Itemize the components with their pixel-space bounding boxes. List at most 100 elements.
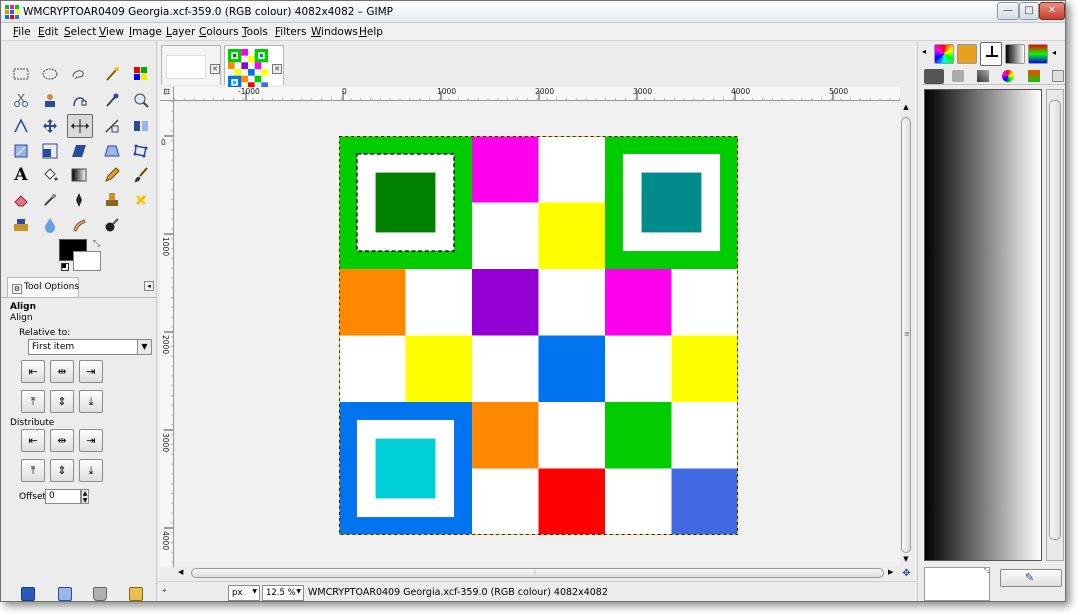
image-canvas[interactable]	[339, 136, 738, 535]
vertical-scrollbar[interactable]: ▲ ≡ ▼	[900, 101, 913, 567]
sample-points-icon[interactable]	[1052, 70, 1064, 82]
fonts-icon[interactable]	[952, 70, 964, 82]
palettes-tab-icon[interactable]	[1028, 44, 1048, 64]
gradient-editor-preview[interactable]	[924, 567, 990, 601]
offset-input[interactable]: 0	[45, 489, 81, 504]
panel-menu-icon[interactable]: ◂	[144, 281, 154, 291]
ruler-corner-icon[interactable]: ⊡	[160, 87, 174, 101]
align-right-button[interactable]: ⇥	[79, 360, 103, 383]
ellipse-select-tool-icon[interactable]	[39, 63, 61, 85]
zoom-select[interactable]: 12.5 % ▼	[262, 585, 304, 601]
paintbrush-tool-icon[interactable]	[130, 164, 152, 186]
smudge-tool-icon[interactable]	[68, 214, 90, 236]
dodge-burn-tool-icon[interactable]	[101, 214, 123, 236]
patterns-tab-icon[interactable]	[934, 44, 954, 64]
tool-options-tab[interactable]: ⚙ Tool Options	[7, 277, 79, 297]
clone-tool-icon[interactable]	[101, 189, 123, 211]
scroll-down-icon[interactable]: ▼	[901, 555, 911, 565]
default-colors-icon[interactable]	[61, 263, 69, 271]
align-center-button[interactable]: ⇹	[50, 360, 74, 383]
image-tab-1[interactable]: ✕	[161, 45, 221, 85]
vertical-ruler[interactable]: 0 1000 2000 3000 4000	[160, 101, 174, 567]
perspective-clone-tool-icon[interactable]	[10, 214, 32, 236]
offset-stepper-icon[interactable]: ▲ ▼	[81, 489, 89, 504]
align-top-button[interactable]: ⤒	[21, 390, 45, 413]
menu-layer[interactable]: Layer	[166, 26, 195, 38]
menu-edit[interactable]: Edit	[38, 26, 58, 38]
close-icon[interactable]: ✕	[210, 64, 220, 74]
ink-tool-icon[interactable]	[68, 189, 90, 211]
relative-to-select[interactable]: First item ▼	[28, 339, 152, 355]
active-dock-tab-icon[interactable]	[980, 42, 1002, 66]
brushes-tab-icon[interactable]	[957, 44, 977, 64]
unit-select[interactable]: px ▼	[228, 585, 260, 601]
save-options-icon[interactable]	[21, 587, 35, 601]
menu-file[interactable]: File	[13, 26, 31, 38]
text-tool-icon[interactable]: A	[10, 164, 32, 186]
swap-colors-icon[interactable]: ⤡	[93, 239, 100, 249]
scroll-right-icon[interactable]: ▶	[888, 568, 893, 576]
maximize-button[interactable]: □	[1019, 2, 1039, 20]
scale-tool-icon[interactable]	[39, 140, 61, 162]
menu-view[interactable]: View	[99, 26, 124, 38]
menu-filters[interactable]: Filters	[275, 26, 306, 38]
rotate-tool-icon[interactable]	[10, 140, 32, 162]
brush-icon[interactable]	[977, 70, 989, 82]
image-tab-2[interactable]: ✕	[224, 45, 284, 89]
navigate-icon[interactable]: ✥	[900, 567, 913, 580]
distribute-top-button[interactable]: ⤒	[21, 459, 45, 482]
pencil-tool-icon[interactable]	[101, 164, 123, 186]
distribute-bottom-button[interactable]: ⤓	[79, 459, 103, 482]
minimize-button[interactable]: —	[997, 2, 1019, 20]
move-tool-icon[interactable]	[39, 115, 61, 137]
edit-gradient-button[interactable]: ✎	[1000, 569, 1062, 587]
scissors-tool-icon[interactable]	[10, 89, 32, 111]
restore-options-icon[interactable]	[58, 587, 72, 601]
horizontal-scrollbar[interactable]: ◀ ⦙ ▶	[175, 567, 900, 580]
distribute-center-button[interactable]: ⇹	[50, 429, 74, 452]
align-tool-icon[interactable]	[67, 114, 93, 138]
heal-tool-icon[interactable]	[130, 189, 152, 211]
device-status-icon[interactable]	[924, 69, 944, 84]
distribute-left-button[interactable]: ⇤	[21, 429, 45, 452]
dock-tab-menu-icon[interactable]: ◂	[1052, 48, 1056, 57]
fuzzy-select-tool-icon[interactable]	[101, 63, 123, 85]
blur-tool-icon[interactable]	[39, 214, 61, 236]
align-left-button[interactable]: ⇤	[21, 360, 45, 383]
gradients-tab-icon[interactable]	[1005, 44, 1025, 64]
reset-options-icon[interactable]	[129, 587, 143, 601]
dock-menu-icon[interactable]: ◂	[922, 47, 926, 56]
shear-tool-icon[interactable]	[68, 140, 90, 162]
background-color-swatch[interactable]	[73, 251, 101, 271]
vertical-scroll-thumb[interactable]: ≡	[901, 117, 911, 553]
select-by-color-tool-icon[interactable]	[130, 63, 152, 85]
zoom-tool-icon[interactable]	[130, 89, 152, 111]
menu-image[interactable]: Image	[129, 26, 162, 38]
close-icon[interactable]: ✕	[272, 64, 282, 74]
free-select-tool-icon[interactable]	[68, 63, 90, 85]
foreground-select-tool-icon[interactable]	[39, 89, 61, 111]
colors-icon[interactable]	[1002, 70, 1014, 82]
cage-tool-icon[interactable]	[130, 140, 152, 162]
airbrush-tool-icon[interactable]	[39, 189, 61, 211]
menu-tools[interactable]: Tools	[242, 26, 268, 38]
horizontal-ruler[interactable]: -1000 0 1000 2000 3000 4000 5000	[174, 87, 900, 101]
menu-colours[interactable]: Colours	[199, 26, 239, 38]
scroll-up-icon[interactable]: ▲	[901, 103, 911, 113]
gradient-editor-expand-icon[interactable]: ⤡	[984, 567, 990, 576]
distribute-middle-button[interactable]: ⇕	[50, 459, 74, 482]
align-middle-button[interactable]: ⇕	[50, 390, 74, 413]
eraser-tool-icon[interactable]	[10, 189, 32, 211]
align-bottom-button[interactable]: ⤓	[79, 390, 103, 413]
canvas-area[interactable]	[175, 102, 900, 567]
gradient-preview[interactable]	[924, 89, 1042, 561]
bucket-fill-tool-icon[interactable]	[39, 164, 61, 186]
menu-select[interactable]: Select	[64, 26, 96, 38]
measure-tool-icon[interactable]	[10, 115, 32, 137]
close-button[interactable]: ✕	[1039, 2, 1065, 20]
blend-tool-icon[interactable]	[68, 164, 90, 186]
transform-tool-icon[interactable]	[101, 115, 123, 137]
gradient-list-scroll-thumb[interactable]	[1049, 100, 1061, 540]
perspective-tool-icon[interactable]	[101, 140, 123, 162]
rect-select-tool-icon[interactable]	[10, 63, 32, 85]
